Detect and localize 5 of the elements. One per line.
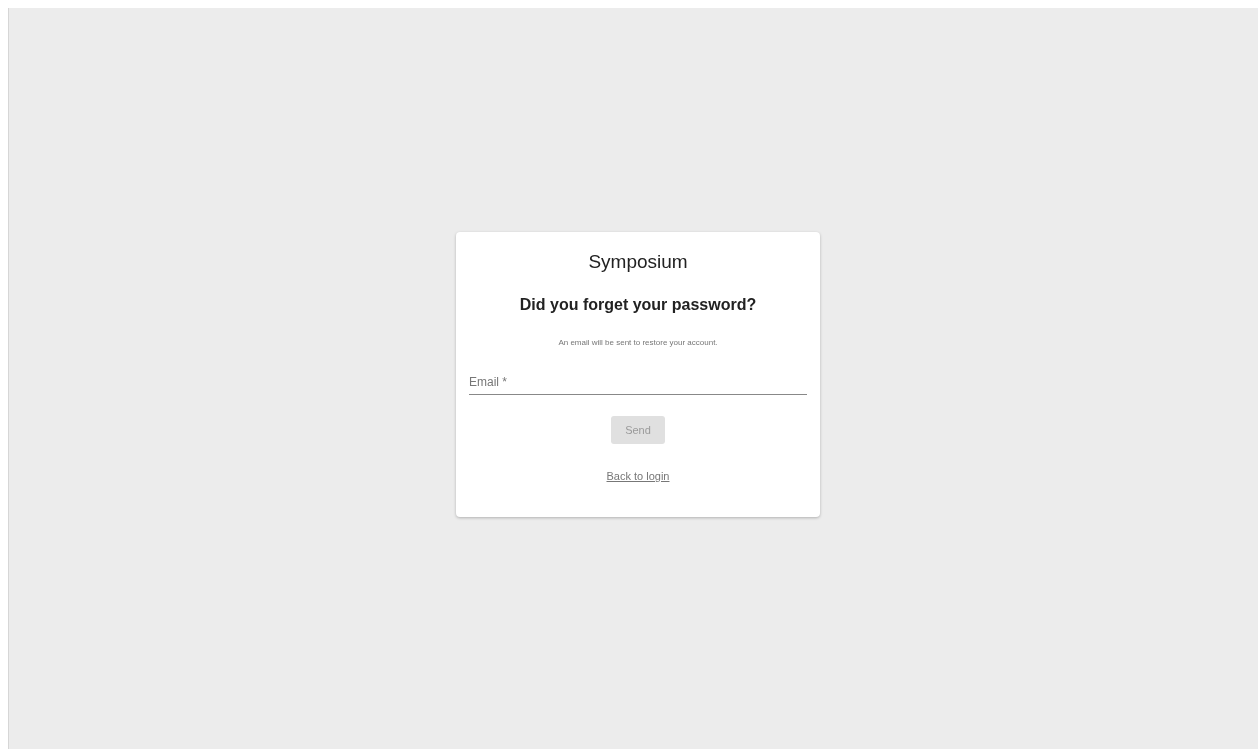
description: An email will be sent to restore your account. [557, 336, 719, 349]
app-title: Symposium [587, 250, 689, 274]
back-to-login-link[interactable]: Back to login [606, 468, 670, 485]
email-field[interactable]: Email * [469, 370, 807, 395]
heading: Did you forget your password? [518, 294, 758, 315]
